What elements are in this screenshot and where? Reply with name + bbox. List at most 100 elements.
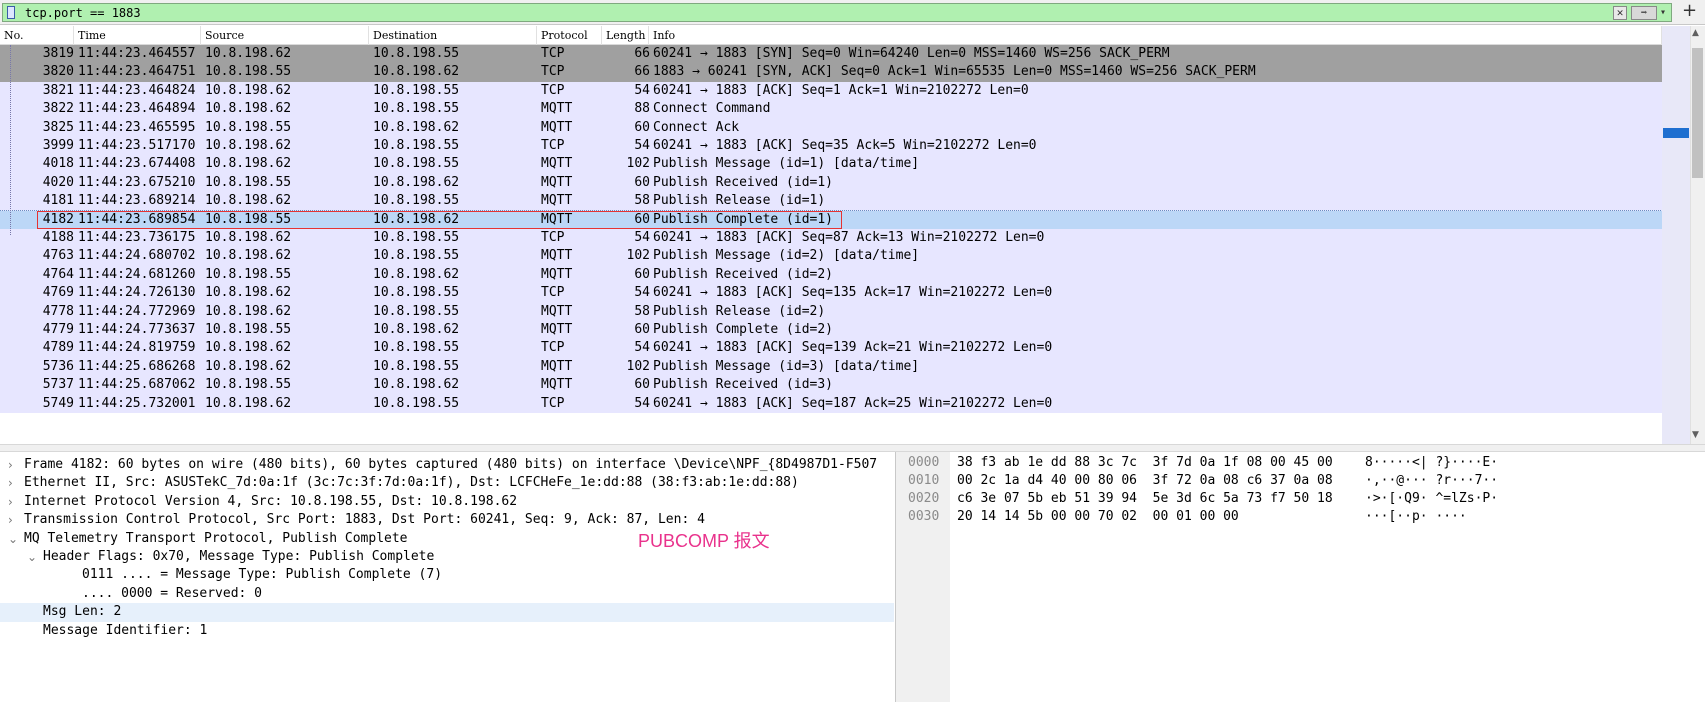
expand-arrow-icon[interactable]: › [8,511,13,529]
packet-row[interactable]: 5737 11:44:25.687062 10.8.198.55 10.8.198.6… [0,376,1662,395]
column-header-protocol[interactable]: Protocol [537,26,602,45]
pane-splitter[interactable] [0,444,1705,452]
packet-row[interactable]: 4018 11:44:23.674408 10.8.198.62 10.8.198.5… [0,155,1662,174]
packet-row[interactable]: 3820 11:44:23.464751 10.8.198.55 10.8.198.6… [0,63,1662,82]
packet-row[interactable]: 4763 11:44:24.680702 10.8.198.62 10.8.198.5… [0,247,1662,266]
detail-tree-item[interactable]: .... 0000 = Reserved: 0 [0,585,894,603]
bytes-hex[interactable]: 00 2c 1a d4 40 00 80 06 3f 72 0a 08 c6 3… [957,472,1333,490]
display-filter-input[interactable]: tcp.port == 1883 ✕ ➡ ▾ [2,3,1672,22]
collapse-arrow-icon[interactable]: ⌄ [27,548,37,566]
scroll-down-arrow-icon[interactable]: ▼ [1692,430,1699,440]
packet-cell-src: 10.8.198.62 [205,230,292,245]
packet-cell-dst: 10.8.198.62 [373,119,460,135]
packet-row[interactable]: 4789 11:44:24.819759 10.8.198.62 10.8.198.5… [0,339,1662,358]
scroll-up-arrow-icon[interactable]: ▲ [1692,28,1699,38]
packet-cell-src: 10.8.198.62 [205,82,292,98]
packet-cell-len: 66 [634,64,650,80]
column-header-time[interactable]: Time [74,26,201,45]
packet-cell-info: 60241 → 1883 [SYN] Seq=0 Win=64240 Len=0… [653,46,1170,61]
packet-cell-time: 11:44:25.686268 [78,358,196,374]
packet-cell-info: Publish Received (id=1) [653,174,834,190]
column-header-length[interactable]: Length [602,26,649,45]
apply-filter-icon[interactable]: ➡ [1631,6,1657,20]
packet-cell-proto: TCP [541,340,565,356]
packet-row[interactable]: 4764 11:44:24.681260 10.8.198.55 10.8.198.6… [0,265,1662,285]
packet-cell-time: 11:44:25.687062 [78,377,196,393]
expand-arrow-icon[interactable]: › [8,493,13,511]
bytes-ascii[interactable]: ·,··@··· ?r···7·· [1365,472,1498,490]
packet-row[interactable]: 4188 11:44:23.736175 10.8.198.62 10.8.198.5… [0,229,1662,248]
bytes-hex[interactable]: 38 f3 ab 1e dd 88 3c 7c 3f 7d 0a 1f 08 0… [957,454,1333,472]
packet-row[interactable]: 3821 11:44:23.464824 10.8.198.62 10.8.198.5… [0,81,1662,101]
packet-row[interactable]: 5736 11:44:25.686268 10.8.198.62 10.8.198.5… [0,357,1662,377]
packet-row[interactable]: 5749 11:44:25.732001 10.8.198.62 10.8.198.5… [0,394,1662,413]
detail-tree-item[interactable]: › Ethernet II, Src: ASUSTekC_7d:0a:1f (3c… [0,474,894,492]
detail-tree-item[interactable]: Msg Len: 2 [0,603,894,622]
packet-minimap[interactable] [1662,26,1690,444]
packet-cell-len: 102 [626,248,650,264]
packet-row[interactable]: 4778 11:44:24.772969 10.8.198.62 10.8.198.5… [0,302,1662,321]
packet-cell-no: 5736 [42,358,74,374]
packet-cell-time: 11:44:24.681260 [78,266,196,282]
packet-row[interactable]: 3822 11:44:23.464894 10.8.198.62 10.8.198.5… [0,100,1662,119]
packet-cell-info: Publish Release (id=1) [653,193,826,209]
packet-cell-no: 4763 [42,248,74,264]
packet-cell-src: 10.8.198.62 [205,285,292,301]
packet-list-scrollbar-thumb[interactable] [1692,48,1703,178]
packet-cell-info: Publish Release (id=2) [653,303,826,319]
packet-cell-proto: TCP [541,46,565,61]
packet-cell-info: Publish Message (id=3) [data/time] [653,358,920,374]
packet-row[interactable]: 4181 11:44:23.689214 10.8.198.62 10.8.198.5… [0,192,1662,211]
packet-row[interactable]: 3825 11:44:23.465595 10.8.198.55 10.8.198.6… [0,118,1662,137]
detail-tree-item[interactable]: › Internet Protocol Version 4, Src: 10.8.… [0,493,894,511]
packet-cell-info: 60241 → 1883 [ACK] Seq=87 Ack=13 Win=210… [653,230,1045,245]
packet-cell-dst: 10.8.198.55 [373,82,460,98]
column-header-source[interactable]: Source [201,26,369,45]
packet-row[interactable]: 4779 11:44:24.773637 10.8.198.55 10.8.198.6… [0,321,1662,340]
packet-cell-time: 11:44:24.773637 [78,322,196,337]
filter-history-dropdown-icon[interactable]: ▾ [1660,7,1666,18]
packet-cell-time: 11:44:24.772969 [78,303,196,319]
packet-cell-no: 4778 [42,303,74,319]
bytes-hex[interactable]: 20 14 14 5b 00 00 70 02 00 01 00 00 [957,508,1239,526]
packet-cell-dst: 10.8.198.55 [373,101,460,117]
collapse-arrow-icon[interactable]: ⌄ [8,530,18,548]
packet-row[interactable]: 3999 11:44:23.517170 10.8.198.62 10.8.198.5… [0,137,1662,156]
packet-cell-dst: 10.8.198.55 [373,395,460,411]
detail-tree-item[interactable]: 0111 .... = Message Type: Publish Comple… [0,566,894,584]
packet-cell-info: 60241 → 1883 [ACK] Seq=35 Ack=5 Win=2102… [653,138,1037,153]
packet-cell-proto: TCP [541,230,565,245]
packet-row[interactable]: 3819 11:44:23.464557 10.8.198.62 10.8.198.5… [0,45,1662,64]
packet-row[interactable]: 4769 11:44:24.726130 10.8.198.62 10.8.198.5… [0,284,1662,303]
detail-tree-item[interactable]: › Transmission Control Protocol, Src Port… [0,511,894,529]
packet-cell-proto: MQTT [541,322,573,337]
filter-expression-text[interactable]: tcp.port == 1883 [25,5,141,21]
bytes-ascii[interactable]: ···[··p· ···· [1365,508,1467,526]
packet-cell-dst: 10.8.198.55 [373,285,460,301]
packet-cell-info: 60241 → 1883 [ACK] Seq=1 Ack=1 Win=21022… [653,82,1029,98]
expand-arrow-icon[interactable]: › [8,456,13,474]
packet-cell-dst: 10.8.198.55 [373,138,460,153]
clear-filter-icon[interactable]: ✕ [1613,6,1627,20]
packet-cell-info: 60241 → 1883 [ACK] Seq=135 Ack=17 Win=21… [653,285,1053,301]
detail-tree-item[interactable]: Message Identifier: 1 [0,622,894,640]
packet-cell-time: 11:44:23.464894 [78,101,196,117]
packet-row[interactable]: 4020 11:44:23.675210 10.8.198.55 10.8.198.6… [0,173,1662,193]
column-header-destination[interactable]: Destination [369,26,537,45]
bytes-ascii[interactable]: ·>·[·Q9· ^=lZs·P· [1365,490,1498,508]
add-filter-button-icon[interactable]: + [1682,1,1697,21]
packet-cell-src: 10.8.198.55 [205,322,292,337]
column-header-info[interactable]: Info [649,26,1662,45]
bytes-hex[interactable]: c6 3e 07 5b eb 51 39 94 5e 3d 6c 5a 73 f… [957,490,1333,508]
packet-cell-time: 11:44:24.680702 [78,248,196,264]
packet-row[interactable]: 4182 11:44:23.689854 10.8.198.55 10.8.198.6… [0,209,1663,231]
packet-cell-proto: MQTT [541,174,573,190]
packet-cell-len: 102 [626,156,650,172]
expand-arrow-icon[interactable]: › [8,474,13,492]
packet-cell-dst: 10.8.198.55 [373,46,460,61]
packet-cell-proto: MQTT [541,101,573,117]
column-header-no[interactable]: No. [0,26,74,45]
bookmark-icon[interactable] [7,6,15,19]
bytes-ascii[interactable]: 8·····<| ?}····E· [1365,454,1498,472]
detail-tree-item[interactable]: › Frame 4182: 60 bytes on wire (480 bits)… [0,456,894,474]
